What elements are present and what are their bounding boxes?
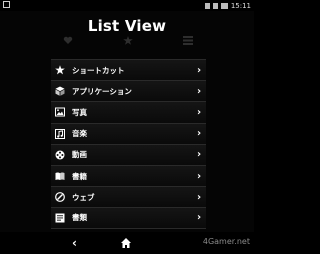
page-title: List View — [87, 17, 167, 35]
list-item-label: 音楽 — [72, 129, 87, 139]
film-reel-icon — [55, 150, 65, 160]
list-item-shortcut[interactable]: ショートカット › — [51, 59, 206, 81]
music-note-icon — [55, 128, 65, 139]
vibrate-icon — [204, 2, 210, 9]
heart-check-icon — [63, 36, 73, 44]
chevron-right-icon: › — [196, 212, 202, 224]
list-item-music[interactable]: 音楽 › — [51, 122, 206, 144]
list-item-label: アプリケーション — [72, 86, 132, 96]
list-item-label: 書籍 — [72, 171, 87, 181]
watermark: 4Gamer.net — [202, 237, 250, 246]
status-bar: 15:11 — [0, 0, 254, 11]
cube-icon — [55, 86, 65, 97]
notification-icon — [3, 1, 10, 8]
tab-bar — [38, 36, 218, 56]
list-item-photos[interactable]: 写真 › — [51, 101, 206, 123]
tab-favorites[interactable] — [38, 36, 98, 56]
tab-list[interactable] — [158, 36, 218, 56]
status-time: 15:11 — [230, 1, 251, 10]
star-icon — [55, 65, 65, 75]
chevron-right-icon: › — [196, 106, 202, 118]
list-item-label: ウェブ — [72, 192, 95, 202]
tab-starred[interactable] — [98, 36, 158, 56]
chevron-right-icon: › — [196, 149, 202, 161]
globe-icon — [55, 192, 65, 203]
star-icon — [123, 36, 133, 45]
home-icon[interactable] — [120, 237, 132, 249]
list-item-books[interactable]: 書籍 › — [51, 164, 206, 187]
back-icon[interactable]: ‹ — [72, 236, 77, 250]
category-list: ショートカット › アプリケーション › 写真 › 音楽 › 動画 › 書籍 › — [51, 59, 206, 229]
chevron-right-icon: › — [196, 170, 202, 182]
chevron-right-icon: › — [196, 64, 202, 76]
document-icon — [55, 213, 65, 223]
screen: 15:11 List View ショートカット › アプリケーション › 写真 … — [0, 0, 254, 254]
list-grid-icon — [183, 36, 193, 45]
signal-icon — [212, 2, 218, 9]
list-item-label: ショートカット — [72, 65, 125, 75]
list-item-label: 書類 — [72, 213, 87, 223]
list-item-label: 写真 — [72, 107, 87, 117]
list-item-documents[interactable]: 書類 › — [51, 207, 206, 229]
book-icon — [55, 171, 65, 181]
list-item-videos[interactable]: 動画 › — [51, 143, 206, 165]
list-item-web[interactable]: ウェブ › — [51, 186, 206, 208]
list-item-label: 動画 — [72, 150, 87, 160]
chevron-right-icon: › — [196, 191, 202, 203]
chevron-right-icon: › — [196, 85, 202, 97]
photo-icon — [55, 107, 65, 117]
list-item-applications[interactable]: アプリケーション › — [51, 80, 206, 102]
battery-icon — [220, 2, 228, 9]
status-right: 15:11 — [204, 0, 251, 11]
chevron-right-icon: › — [196, 128, 202, 140]
